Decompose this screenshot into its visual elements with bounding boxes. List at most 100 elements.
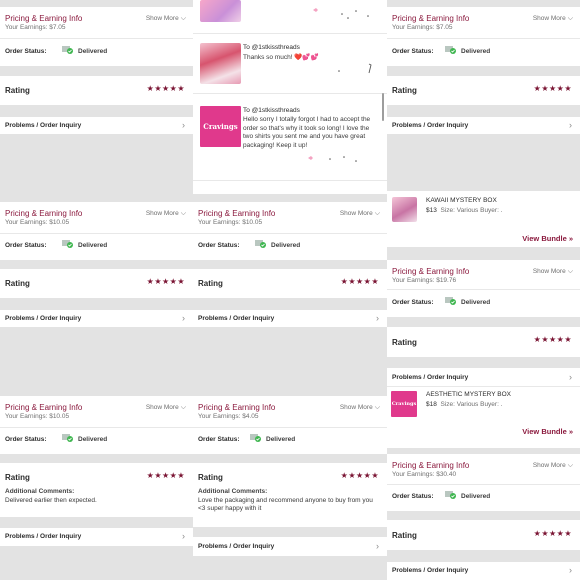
chevron-down-icon: ⌵ bbox=[567, 268, 573, 275]
problems-order-inquiry[interactable]: Problems / Order Inquiry › bbox=[193, 310, 387, 327]
delivered-box-icon bbox=[255, 240, 266, 248]
problems-order-inquiry[interactable]: Problems / Order Inquiry › bbox=[0, 528, 193, 546]
pricing-earning-section[interactable]: Pricing & Earning Info Your Earnings: $1… bbox=[0, 202, 193, 233]
order-status-row: Order Status: Delivered bbox=[0, 427, 193, 454]
chevron-right-icon: › bbox=[376, 541, 379, 551]
chevron-right-icon: › bbox=[182, 313, 185, 323]
order-status-row: Order Status: Delivered bbox=[387, 289, 580, 317]
rating-label: Rating bbox=[5, 279, 30, 288]
pricing-earning-section[interactable]: Pricing & Earning Info Your Earnings: $3… bbox=[387, 454, 580, 484]
additional-comments-label: Additional Comments: bbox=[5, 488, 75, 495]
product-size-buyer: Size: Various Buyer: . bbox=[440, 401, 503, 408]
problems-label: Problems / Order Inquiry bbox=[392, 122, 469, 129]
product-thumbnail[interactable]: Cravings bbox=[391, 391, 417, 417]
delivered-status: Delivered bbox=[461, 299, 491, 306]
chevron-right-icon: › bbox=[376, 313, 379, 323]
delivered-status: Delivered bbox=[461, 48, 491, 55]
problems-order-inquiry[interactable]: Problems / Order Inquiry › bbox=[0, 117, 193, 134]
show-more-label: Show More bbox=[532, 462, 566, 469]
delivered-status: Delivered bbox=[78, 242, 108, 249]
order-status-label: Order Status: bbox=[5, 436, 47, 443]
problems-order-inquiry[interactable]: Problems / Order Inquiry › bbox=[387, 562, 580, 580]
product-price: $18 bbox=[426, 401, 437, 408]
problems-label: Problems / Order Inquiry bbox=[5, 315, 82, 322]
rating-label: Rating bbox=[198, 473, 223, 482]
problems-label: Problems / Order Inquiry bbox=[198, 543, 275, 550]
message-recipient: To @1stkissthreads bbox=[243, 107, 300, 114]
show-more-button[interactable]: Show More ⌵ bbox=[146, 210, 186, 218]
bundle-card: KAWAII MYSTERY BOX $13 Size: Various Buy… bbox=[387, 191, 580, 247]
rating-row: Rating ★★★★★ bbox=[387, 520, 580, 550]
pricing-earning-section[interactable]: Pricing & Earning Info Your Earnings: $1… bbox=[387, 260, 580, 289]
problems-order-inquiry[interactable]: Problems / Order Inquiry › bbox=[0, 310, 193, 327]
pricing-title: Pricing & Earning Info bbox=[5, 209, 83, 218]
delivered-box-icon bbox=[445, 46, 456, 54]
delivered-box-icon bbox=[62, 46, 73, 54]
show-more-button[interactable]: Show More ⌵ bbox=[340, 404, 380, 412]
pricing-earning-section[interactable]: Pricing & Earning Info Your Earnings: $7… bbox=[0, 7, 193, 38]
show-more-button[interactable]: Show More ⌵ bbox=[533, 462, 573, 470]
show-more-button[interactable]: Show More ⌵ bbox=[533, 15, 573, 23]
chevron-right-icon: › bbox=[182, 120, 185, 130]
delivered-status: Delivered bbox=[266, 436, 296, 443]
order-column-1: Pricing & Earning Info Your Earnings: $7… bbox=[0, 0, 193, 580]
problems-order-inquiry[interactable]: Problems / Order Inquiry › bbox=[193, 537, 387, 556]
show-more-label: Show More bbox=[339, 404, 373, 411]
order-status-row: Order Status: Delivered bbox=[0, 233, 193, 260]
message-thumbnail: Cravings bbox=[200, 106, 241, 147]
order-status-row: Order Status: Delivered bbox=[193, 427, 387, 454]
earnings-value: Your Earnings: $10.05 bbox=[5, 219, 70, 226]
rating-row: Rating ★★★★★ bbox=[0, 269, 193, 298]
view-bundle-link[interactable]: View Bundle » bbox=[522, 234, 573, 243]
pricing-title: Pricing & Earning Info bbox=[5, 14, 83, 23]
pricing-title: Pricing & Earning Info bbox=[198, 403, 276, 412]
rating-row: Rating ★★★★★ bbox=[0, 76, 193, 105]
pricing-earning-section[interactable]: Pricing & Earning Info Your Earnings: $4… bbox=[193, 396, 387, 427]
pricing-title: Pricing & Earning Info bbox=[392, 461, 470, 470]
star-rating: ★★★★★ bbox=[340, 471, 379, 480]
earnings-value: Your Earnings: $19.76 bbox=[392, 277, 457, 284]
problems-label: Problems / Order Inquiry bbox=[5, 533, 82, 540]
star-rating: ★★★★★ bbox=[146, 84, 185, 93]
earnings-value: Your Earnings: $4.05 bbox=[198, 413, 259, 420]
pricing-earning-section[interactable]: Pricing & Earning Info Your Earnings: $7… bbox=[387, 7, 580, 38]
chevron-right-icon[interactable]: › bbox=[569, 372, 572, 382]
show-more-button[interactable]: Show More ⌵ bbox=[340, 210, 380, 218]
message-photo bbox=[200, 43, 241, 84]
scrollbar[interactable] bbox=[382, 93, 384, 121]
show-more-label: Show More bbox=[532, 268, 566, 275]
message-photo bbox=[200, 0, 241, 22]
pricing-title: Pricing & Earning Info bbox=[5, 403, 83, 412]
problems-label: Problems / Order Inquiry bbox=[198, 315, 275, 322]
product-thumbnail[interactable] bbox=[392, 197, 417, 222]
order-column-3: Pricing & Earning Info Your Earnings: $7… bbox=[387, 0, 580, 580]
rating-label: Rating bbox=[392, 531, 417, 540]
problems-label[interactable]: Problems / Order Inquiry bbox=[392, 374, 468, 381]
product-name[interactable]: KAWAII MYSTERY BOX bbox=[426, 197, 497, 204]
delivered-box-icon bbox=[445, 491, 456, 499]
pricing-earning-section[interactable]: Pricing & Earning Info Your Earnings: $1… bbox=[0, 396, 193, 427]
star-rating: ★★★★★ bbox=[533, 84, 572, 93]
earnings-value: Your Earnings: $10.05 bbox=[198, 219, 263, 226]
bundle-card: Problems / Order Inquiry › Cravings AEST… bbox=[387, 368, 580, 448]
delivered-box-icon bbox=[445, 297, 456, 305]
chevron-down-icon: ⌵ bbox=[180, 15, 186, 22]
show-more-button[interactable]: Show More ⌵ bbox=[146, 404, 186, 412]
rating-row: Rating ★★★★★ bbox=[387, 327, 580, 357]
delivered-status: Delivered bbox=[271, 242, 301, 249]
problems-order-inquiry[interactable]: Problems / Order Inquiry › bbox=[387, 117, 580, 134]
decor-marks bbox=[308, 156, 357, 162]
pricing-title: Pricing & Earning Info bbox=[392, 267, 470, 276]
rating-row: Rating ★★★★★ Additional Comments: Love t… bbox=[193, 463, 387, 527]
show-more-label: Show More bbox=[145, 15, 179, 22]
pricing-title: Pricing & Earning Info bbox=[392, 14, 470, 23]
show-more-button[interactable]: Show More ⌵ bbox=[146, 15, 186, 23]
additional-comments-label: Additional Comments: bbox=[198, 488, 268, 495]
pricing-earning-section[interactable]: Pricing & Earning Info Your Earnings: $1… bbox=[193, 202, 387, 233]
show-more-button[interactable]: Show More ⌵ bbox=[533, 268, 573, 276]
pricing-title: Pricing & Earning Info bbox=[198, 209, 276, 218]
view-bundle-link[interactable]: View Bundle » bbox=[522, 427, 573, 436]
product-name[interactable]: AESTHETIC MYSTERY BOX bbox=[426, 391, 511, 398]
delivered-status: Delivered bbox=[461, 493, 491, 500]
delivered-box-icon bbox=[62, 240, 73, 248]
